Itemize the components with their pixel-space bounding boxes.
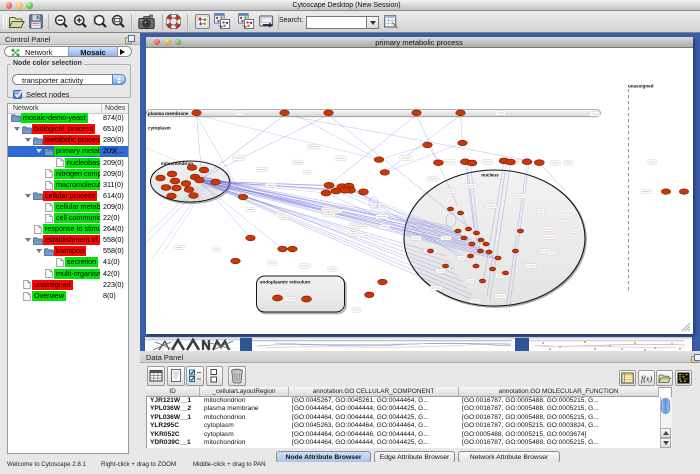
svg-text:unassigned: unassigned	[628, 84, 654, 89]
svg-text:plasma membrane: plasma membrane	[148, 111, 189, 116]
svg-text:f(x): f(x)	[641, 374, 652, 383]
svg-text:endoplasmic reticulum: endoplasmic reticulum	[260, 280, 310, 285]
svg-text:cytoplasm: cytoplasm	[148, 126, 171, 131]
svg-text:nucleus: nucleus	[481, 173, 499, 178]
